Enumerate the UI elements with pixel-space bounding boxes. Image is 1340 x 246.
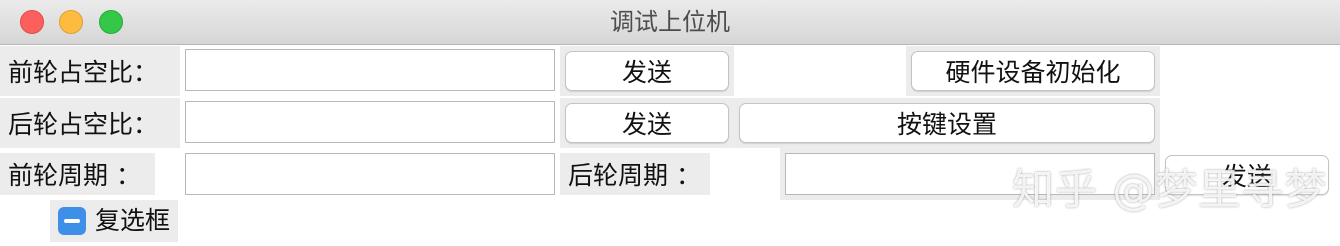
window-title: 调试上位机 [610,8,730,36]
title-bar: 调试上位机 [0,0,1340,45]
rear-period-label: 后轮周期 ： [560,153,710,195]
app-window: 调试上位机 前轮占空比： 发送 硬件设备初始化 后轮占空比： 发送 按键设置 前… [0,0,1340,246]
front-period-input[interactable] [185,153,555,195]
front-duty-send-button[interactable]: 发送 [565,51,729,91]
key-settings-button[interactable]: 按键设置 [739,103,1155,143]
hardware-init-button[interactable]: 硬件设备初始化 [911,51,1155,91]
checkbox-label[interactable]: 复选框 [95,200,170,242]
watermark-text: 知乎 @梦里寻梦 [1012,165,1328,214]
front-duty-label: 前轮占空比： [0,46,180,96]
indeterminate-dash-icon [64,219,80,223]
tristate-checkbox[interactable] [58,207,86,235]
front-period-label: 前轮周期 ： [0,153,155,195]
rear-duty-send-button[interactable]: 发送 [565,103,729,143]
rear-duty-label: 后轮占空比： [0,98,180,148]
front-duty-input[interactable] [185,49,555,91]
rear-duty-input[interactable] [185,101,555,143]
